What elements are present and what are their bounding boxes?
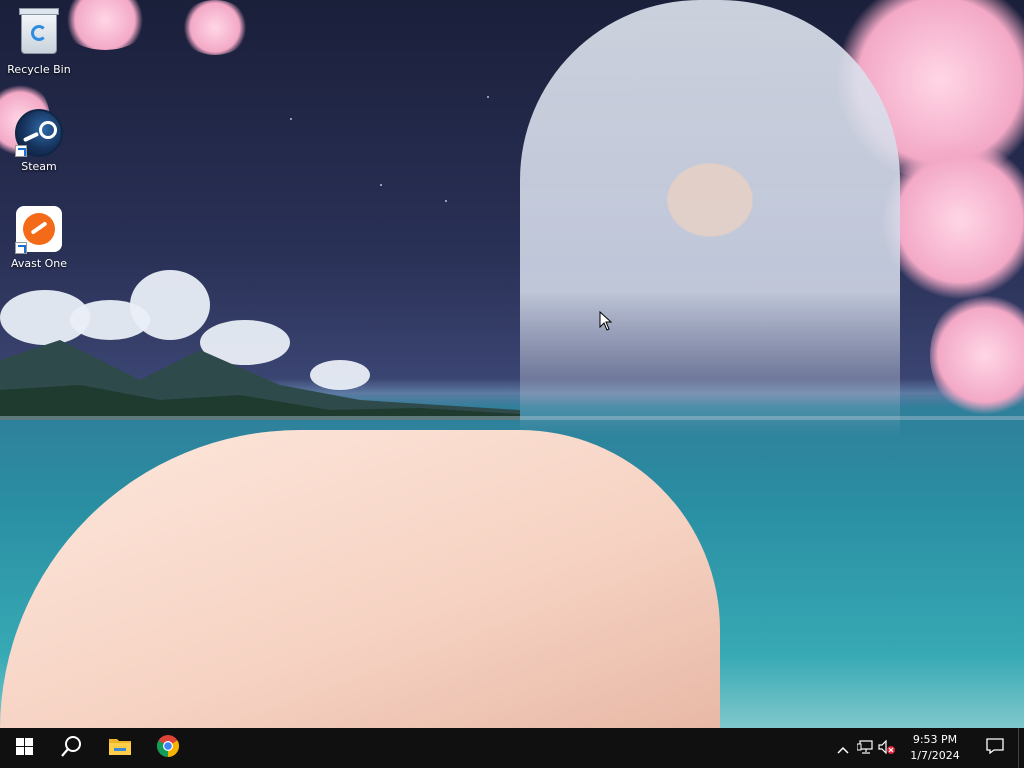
shortcut-arrow-icon — [15, 145, 27, 157]
chrome-icon — [156, 734, 180, 762]
taskbar: 9:53 PM 1/7/2024 — [0, 728, 1024, 768]
avast-one-icon — [15, 206, 63, 254]
action-center-icon — [986, 738, 1004, 758]
star — [290, 118, 292, 120]
system-tray: 9:53 PM 1/7/2024 — [832, 728, 1024, 768]
wallpaper-character-body — [0, 430, 720, 728]
desktop-icon-label: Steam — [21, 160, 57, 173]
show-hidden-icons-button[interactable] — [832, 728, 854, 768]
star — [445, 200, 447, 202]
desktop-icon-avast-one[interactable]: Avast One — [1, 205, 77, 270]
shortcut-arrow-icon — [15, 242, 27, 254]
star — [487, 96, 489, 98]
cherry-blossom-tree — [930, 290, 1024, 420]
start-button[interactable] — [0, 728, 48, 768]
cherry-blossom — [180, 0, 250, 55]
windows-start-icon — [15, 737, 33, 759]
volume-muted-icon — [878, 739, 896, 758]
volume-button[interactable] — [876, 728, 898, 768]
chrome-button[interactable] — [144, 728, 192, 768]
clock-time: 9:53 PM — [912, 733, 958, 746]
network-icon — [856, 739, 873, 758]
steam-icon — [15, 109, 63, 157]
clock-date: 1/7/2024 — [910, 749, 960, 762]
mountain-range — [0, 340, 520, 420]
search-icon — [61, 735, 83, 761]
desktop-wallpaper — [0, 0, 1024, 728]
file-explorer-button[interactable] — [96, 728, 144, 768]
cherry-blossom-tree — [880, 140, 1024, 300]
file-explorer-icon — [108, 736, 132, 760]
star — [380, 184, 382, 186]
network-button[interactable] — [854, 728, 876, 768]
cloud — [130, 270, 210, 340]
desktop-icon-label: Avast One — [10, 257, 68, 270]
clock-button[interactable]: 9:53 PM 1/7/2024 — [898, 732, 972, 764]
action-center-button[interactable] — [972, 728, 1018, 768]
chevron-up-icon — [837, 739, 849, 758]
desktop-icon-label: Recycle Bin — [7, 63, 71, 76]
show-desktop-button[interactable] — [1018, 728, 1024, 768]
search-button[interactable] — [48, 728, 96, 768]
desktop-icon-steam[interactable]: Steam — [1, 107, 77, 173]
mouse-cursor-icon — [599, 310, 613, 335]
desktop-icon-recycle-bin[interactable]: Recycle Bin — [1, 8, 77, 76]
recycle-bin-icon — [15, 8, 63, 60]
